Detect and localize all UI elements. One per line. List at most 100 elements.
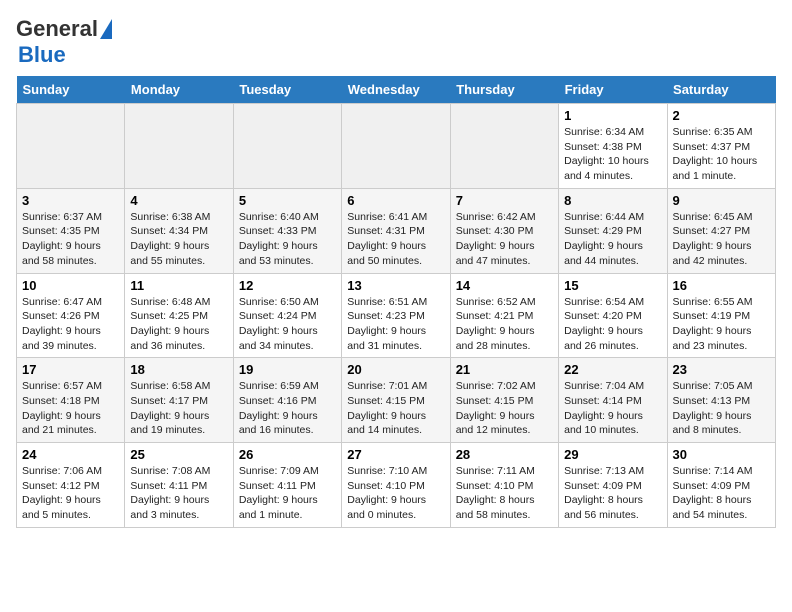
day-info: Sunrise: 6:51 AMSunset: 4:23 PMDaylight:… [347, 295, 444, 354]
day-number: 22 [564, 362, 661, 377]
calendar-cell-4-4: 20 Sunrise: 7:01 AMSunset: 4:15 PMDayligh… [342, 358, 450, 443]
calendar-cell-4-7: 23Sunrise: 7:05 AMSunset: 4:13 PMDayligh… [667, 358, 775, 443]
day-info: Sunrise: 6:50 AMSunset: 4:24 PMDaylight:… [239, 295, 336, 354]
day-number: 11 [130, 278, 227, 293]
calendar-table: SundayMondayTuesdayWednesdayThursdayFrid… [16, 76, 776, 528]
calendar-cell-4-2: 18Sunrise: 6:58 AMSunset: 4:17 PMDayligh… [125, 358, 233, 443]
logo-general-text: General [16, 16, 98, 42]
calendar-cell-5-6: 29Sunrise: 7:13 AMSunset: 4:09 PMDayligh… [559, 443, 667, 528]
day-info: Sunrise: 6:41 AMSunset: 4:31 PMDaylight:… [347, 210, 444, 269]
day-number: 3 [22, 193, 119, 208]
calendar-cell-1-1 [17, 104, 125, 189]
day-number: 5 [239, 193, 336, 208]
calendar-cell-3-3: 12Sunrise: 6:50 AMSunset: 4:24 PMDayligh… [233, 273, 341, 358]
day-number: 28 [456, 447, 553, 462]
calendar-cell-5-1: 24 Sunrise: 7:06 AMSunset: 4:12 PMDayligh… [17, 443, 125, 528]
calendar-cell-1-6: 1 Sunrise: 6:34 AMSunset: 4:38 PMDaylight… [559, 104, 667, 189]
day-info: Sunrise: 6:44 AMSunset: 4:29 PMDaylight:… [564, 210, 661, 269]
day-number: 7 [456, 193, 553, 208]
calendar-cell-3-4: 13 Sunrise: 6:51 AMSunset: 4:23 PMDayligh… [342, 273, 450, 358]
calendar-cell-4-5: 21 Sunrise: 7:02 AMSunset: 4:15 PMDayligh… [450, 358, 558, 443]
day-number: 4 [130, 193, 227, 208]
day-number: 14 [456, 278, 553, 293]
day-number: 8 [564, 193, 661, 208]
weekday-header-saturday: Saturday [667, 76, 775, 104]
day-number: 21 [456, 362, 553, 377]
day-info: Sunrise: 6:48 AMSunset: 4:25 PMDaylight:… [130, 295, 227, 354]
day-info: Sunrise: 7:10 AMSunset: 4:10 PMDaylight:… [347, 464, 444, 523]
calendar-cell-1-3 [233, 104, 341, 189]
calendar-cell-5-5: 28 Sunrise: 7:11 AMSunset: 4:10 PMDayligh… [450, 443, 558, 528]
day-info: Sunrise: 7:06 AMSunset: 4:12 PMDaylight:… [22, 464, 119, 523]
calendar-cell-2-7: 9Sunrise: 6:45 AMSunset: 4:27 PMDaylight… [667, 188, 775, 273]
day-info: Sunrise: 6:38 AMSunset: 4:34 PMDaylight:… [130, 210, 227, 269]
day-number: 16 [673, 278, 770, 293]
weekday-header-monday: Monday [125, 76, 233, 104]
calendar-cell-1-7: 2Sunrise: 6:35 AMSunset: 4:37 PMDaylight… [667, 104, 775, 189]
calendar-cell-2-5: 7 Sunrise: 6:42 AMSunset: 4:30 PMDaylight… [450, 188, 558, 273]
day-info: Sunrise: 7:09 AMSunset: 4:11 PMDaylight:… [239, 464, 336, 523]
day-number: 6 [347, 193, 444, 208]
weekday-header-tuesday: Tuesday [233, 76, 341, 104]
weekday-header-friday: Friday [559, 76, 667, 104]
weekday-header-wednesday: Wednesday [342, 76, 450, 104]
day-info: Sunrise: 6:47 AMSunset: 4:26 PMDaylight:… [22, 295, 119, 354]
day-info: Sunrise: 6:59 AMSunset: 4:16 PMDaylight:… [239, 379, 336, 438]
day-number: 15 [564, 278, 661, 293]
calendar-cell-5-2: 25Sunrise: 7:08 AMSunset: 4:11 PMDayligh… [125, 443, 233, 528]
day-info: Sunrise: 6:42 AMSunset: 4:30 PMDaylight:… [456, 210, 553, 269]
day-number: 30 [673, 447, 770, 462]
day-info: Sunrise: 7:14 AMSunset: 4:09 PMDaylight:… [673, 464, 770, 523]
calendar-cell-2-2: 4 Sunrise: 6:38 AMSunset: 4:34 PMDaylight… [125, 188, 233, 273]
calendar-cell-4-3: 19 Sunrise: 6:59 AMSunset: 4:16 PMDayligh… [233, 358, 341, 443]
day-number: 17 [22, 362, 119, 377]
week-row-5: 24 Sunrise: 7:06 AMSunset: 4:12 PMDayligh… [17, 443, 776, 528]
logo-triangle-icon [100, 19, 112, 39]
day-info: Sunrise: 7:11 AMSunset: 4:10 PMDaylight:… [456, 464, 553, 523]
day-number: 18 [130, 362, 227, 377]
calendar-cell-4-6: 22Sunrise: 7:04 AMSunset: 4:14 PMDayligh… [559, 358, 667, 443]
calendar-cell-5-4: 27Sunrise: 7:10 AMSunset: 4:10 PMDayligh… [342, 443, 450, 528]
weekday-header-row: SundayMondayTuesdayWednesdayThursdayFrid… [17, 76, 776, 104]
week-row-1: 1 Sunrise: 6:34 AMSunset: 4:38 PMDaylight… [17, 104, 776, 189]
calendar-cell-1-4 [342, 104, 450, 189]
day-info: Sunrise: 6:57 AMSunset: 4:18 PMDaylight:… [22, 379, 119, 438]
day-info: Sunrise: 6:35 AMSunset: 4:37 PMDaylight:… [673, 125, 770, 184]
calendar-cell-2-3: 5 Sunrise: 6:40 AMSunset: 4:33 PMDaylight… [233, 188, 341, 273]
calendar-cell-3-7: 16 Sunrise: 6:55 AMSunset: 4:19 PMDayligh… [667, 273, 775, 358]
calendar-cell-2-4: 6 Sunrise: 6:41 AMSunset: 4:31 PMDaylight… [342, 188, 450, 273]
day-number: 23 [673, 362, 770, 377]
day-number: 24 [22, 447, 119, 462]
calendar-body: 1 Sunrise: 6:34 AMSunset: 4:38 PMDaylight… [17, 104, 776, 528]
weekday-header-thursday: Thursday [450, 76, 558, 104]
calendar-cell-2-1: 3 Sunrise: 6:37 AMSunset: 4:35 PMDaylight… [17, 188, 125, 273]
day-number: 13 [347, 278, 444, 293]
calendar-cell-3-2: 11 Sunrise: 6:48 AMSunset: 4:25 PMDayligh… [125, 273, 233, 358]
day-number: 20 [347, 362, 444, 377]
header: General Blue [16, 16, 776, 68]
day-number: 10 [22, 278, 119, 293]
day-info: Sunrise: 7:02 AMSunset: 4:15 PMDaylight:… [456, 379, 553, 438]
calendar-cell-3-1: 10 Sunrise: 6:47 AMSunset: 4:26 PMDayligh… [17, 273, 125, 358]
week-row-3: 10 Sunrise: 6:47 AMSunset: 4:26 PMDayligh… [17, 273, 776, 358]
logo: General Blue [16, 16, 112, 68]
day-info: Sunrise: 6:52 AMSunset: 4:21 PMDaylight:… [456, 295, 553, 354]
calendar-cell-1-5 [450, 104, 558, 189]
day-info: Sunrise: 6:34 AMSunset: 4:38 PMDaylight:… [564, 125, 661, 184]
day-info: Sunrise: 7:01 AMSunset: 4:15 PMDaylight:… [347, 379, 444, 438]
week-row-2: 3 Sunrise: 6:37 AMSunset: 4:35 PMDaylight… [17, 188, 776, 273]
day-info: Sunrise: 6:55 AMSunset: 4:19 PMDaylight:… [673, 295, 770, 354]
day-info: Sunrise: 7:08 AMSunset: 4:11 PMDaylight:… [130, 464, 227, 523]
week-row-4: 17 Sunrise: 6:57 AMSunset: 4:18 PMDayligh… [17, 358, 776, 443]
calendar-cell-3-5: 14 Sunrise: 6:52 AMSunset: 4:21 PMDayligh… [450, 273, 558, 358]
day-info: Sunrise: 6:40 AMSunset: 4:33 PMDaylight:… [239, 210, 336, 269]
logo-blue-text: Blue [18, 42, 66, 68]
day-number: 19 [239, 362, 336, 377]
day-number: 1 [564, 108, 661, 123]
calendar-cell-5-3: 26Sunrise: 7:09 AMSunset: 4:11 PMDayligh… [233, 443, 341, 528]
day-info: Sunrise: 6:54 AMSunset: 4:20 PMDaylight:… [564, 295, 661, 354]
day-number: 9 [673, 193, 770, 208]
day-info: Sunrise: 6:37 AMSunset: 4:35 PMDaylight:… [22, 210, 119, 269]
calendar-cell-1-2 [125, 104, 233, 189]
calendar-cell-3-6: 15 Sunrise: 6:54 AMSunset: 4:20 PMDayligh… [559, 273, 667, 358]
